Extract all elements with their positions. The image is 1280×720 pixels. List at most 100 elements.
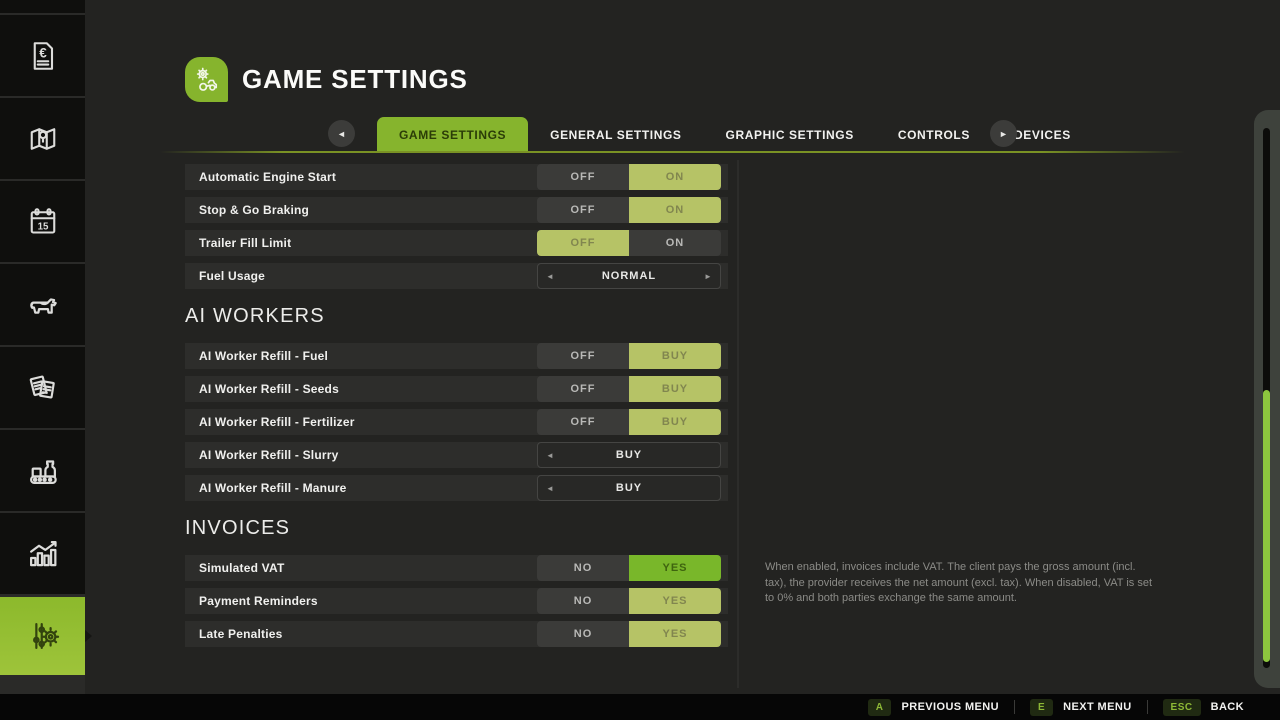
toggle-control: OFFBUY (537, 343, 721, 369)
toggle-option-off[interactable]: OFF (537, 230, 629, 256)
setting-label: Automatic Engine Start (199, 170, 336, 184)
sidebar-item-animals[interactable] (0, 264, 85, 345)
selector-prev-icon[interactable]: ◄ (540, 264, 560, 288)
shortcut-previous-menu[interactable]: A PREVIOUS MENU (868, 699, 999, 716)
toggle-option-on[interactable]: ON (629, 164, 721, 190)
shortcut-label: PREVIOUS MENU (901, 701, 999, 713)
toggle-option-no[interactable]: NO (537, 555, 629, 581)
setting-label: Simulated VAT (199, 561, 285, 575)
setting-label: Stop & Go Braking (199, 203, 309, 217)
toggle-option-yes[interactable]: YES (629, 588, 721, 614)
sidebar-item-statistics[interactable] (0, 513, 85, 594)
scrollbar-thumb[interactable] (1263, 390, 1270, 662)
toggle-option-off[interactable]: OFF (537, 197, 629, 223)
toggle-option-on[interactable]: ON (629, 230, 721, 256)
shortcut-back[interactable]: ESCBACK (1163, 699, 1244, 716)
tabs-next-button[interactable]: ► (990, 120, 1017, 147)
sidebar-item-partial (0, 0, 85, 13)
tab-controls[interactable]: CONTROLS (876, 117, 992, 153)
sidebar-item-finances[interactable]: € (0, 15, 85, 96)
option-selector[interactable]: ◄NORMAL► (537, 263, 721, 289)
toggle-option-buy[interactable]: BUY (629, 343, 721, 369)
toggle-option-buy[interactable]: BUY (629, 409, 721, 435)
key-badge: A (868, 699, 892, 716)
tab-graphic-settings[interactable]: GRAPHIC SETTINGS (704, 117, 876, 153)
toggle-option-no[interactable]: NO (537, 588, 629, 614)
svg-text:15: 15 (37, 221, 48, 232)
toggle-control: NOYES (537, 621, 721, 647)
toggle-control: NOYES (537, 588, 721, 614)
footer-bar: A PREVIOUS MENU E NEXT MENU ESCBACK (0, 694, 1280, 720)
key-badge: ESC (1163, 699, 1201, 716)
panel-divider (737, 160, 739, 688)
chevron-right-icon: ► (999, 129, 1008, 139)
tab-general-settings[interactable]: GENERAL SETTINGS (528, 117, 703, 153)
active-item-notch (85, 630, 92, 642)
toggle-control: OFFBUY (537, 409, 721, 435)
sidebar-item-calendar[interactable]: 15 (0, 181, 85, 262)
setting-row: Fuel Usage ◄NORMAL► (185, 263, 728, 289)
setting-row: AI Worker Refill - Manure ◄BUY► (185, 475, 728, 501)
setting-label: AI Worker Refill - Fertilizer (199, 415, 355, 429)
settings-list: Automatic Engine Start OFFON Stop & Go B… (185, 164, 728, 654)
tab-underline (160, 151, 1185, 153)
page-title: GAME SETTINGS (242, 64, 468, 95)
toggle-option-on[interactable]: ON (629, 197, 721, 223)
chevron-left-icon: ◄ (337, 129, 346, 139)
tab-game-settings[interactable]: GAME SETTINGS (377, 117, 528, 153)
selector-prev-icon[interactable]: ◄ (540, 476, 560, 500)
game-settings-icon (185, 57, 228, 102)
shortcut-label: NEXT MENU (1063, 701, 1131, 713)
toggle-option-yes[interactable]: YES (629, 555, 721, 581)
tabs-prev-button[interactable]: ◄ (328, 120, 355, 147)
documents-icon (24, 369, 61, 406)
selector-value: BUY (616, 482, 642, 494)
toggle-option-off[interactable]: OFF (537, 409, 629, 435)
setting-row: AI Worker Refill - Slurry ◄BUY► (185, 442, 728, 468)
toggle-option-buy[interactable]: BUY (629, 376, 721, 402)
setting-row: AI Worker Refill - Fuel OFFBUY (185, 343, 728, 369)
toggle-control: OFFBUY (537, 376, 721, 402)
option-selector[interactable]: ◄BUY► (537, 442, 721, 468)
sidebar-item-map[interactable] (0, 98, 85, 179)
option-selector[interactable]: ◄BUY► (537, 475, 721, 501)
setting-row: Automatic Engine Start OFFON (185, 164, 728, 190)
setting-row: AI Worker Refill - Seeds OFFBUY (185, 376, 728, 402)
toggle-control: OFFON (537, 164, 721, 190)
map-icon (25, 121, 61, 157)
section-heading: INVOICES (185, 517, 728, 540)
setting-row: Stop & Go Braking OFFON (185, 197, 728, 223)
toggle-option-off[interactable]: OFF (537, 376, 629, 402)
sidebar-item-settings[interactable] (0, 597, 85, 675)
setting-row: AI Worker Refill - Fertilizer OFFBUY (185, 409, 728, 435)
toggle-option-yes[interactable]: YES (629, 621, 721, 647)
footer-divider (1147, 700, 1148, 714)
selector-next-icon[interactable]: ► (698, 264, 718, 288)
setting-label: Fuel Usage (199, 269, 265, 283)
setting-row: Simulated VAT NOYES (185, 555, 728, 581)
tab-strip: GAME SETTINGSGENERAL SETTINGSGRAPHIC SET… (377, 117, 1093, 153)
sidebar-item-contracts[interactable] (0, 347, 85, 428)
toggle-control: OFFON (537, 197, 721, 223)
toggle-control: OFFON (537, 230, 721, 256)
scrollbar (1254, 110, 1280, 688)
toggle-option-off[interactable]: OFF (537, 343, 629, 369)
cow-icon (24, 286, 62, 324)
toggle-control: NOYES (537, 555, 721, 581)
invoice-euro-icon: € (25, 38, 61, 74)
section-heading: AI WORKERS (185, 305, 728, 328)
sidebar: € 15 (0, 0, 85, 694)
svg-text:€: € (39, 45, 47, 60)
setting-row: Late Penalties NOYES (185, 621, 728, 647)
sidebar-item-production[interactable] (0, 430, 85, 511)
setting-label: Trailer Fill Limit (199, 236, 291, 250)
scrollbar-track[interactable] (1263, 128, 1270, 668)
key-badge: E (1030, 699, 1053, 716)
toggle-option-no[interactable]: NO (537, 621, 629, 647)
shortcut-next-menu[interactable]: E NEXT MENU (1030, 699, 1132, 716)
selector-prev-icon[interactable]: ◄ (540, 443, 560, 467)
production-icon (24, 452, 62, 490)
settings-gear-icon (24, 617, 62, 655)
toggle-option-off[interactable]: OFF (537, 164, 629, 190)
setting-label: Late Penalties (199, 627, 283, 641)
